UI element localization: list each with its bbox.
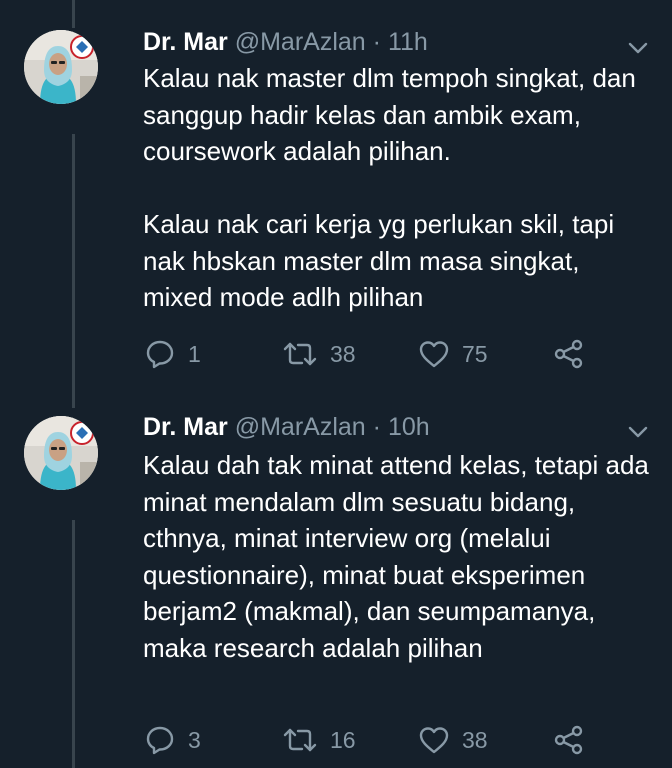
tweet-text: Kalau dah tak minat attend kelas, tetapi…	[143, 450, 649, 663]
separator-dot: ·	[372, 413, 381, 441]
retweet-count: 38	[330, 340, 356, 367]
reply-button[interactable]: 3	[144, 720, 201, 760]
display-name[interactable]: Dr. Mar	[143, 413, 228, 441]
timestamp[interactable]: 11h	[388, 28, 428, 56]
chevron-down-icon	[628, 42, 648, 54]
share-icon	[554, 339, 583, 369]
like-count: 38	[462, 726, 488, 753]
more-options-button[interactable]	[624, 422, 652, 442]
tweet[interactable]: Dr. Mar @MarAzlan · 11h Kalau nak master…	[0, 0, 672, 400]
tweet-header: Dr. Mar @MarAzlan · 10h	[143, 412, 430, 442]
more-options-button[interactable]	[624, 38, 652, 58]
timestamp[interactable]: 10h	[388, 413, 430, 441]
like-button[interactable]: 75	[418, 334, 488, 374]
user-handle[interactable]: @MarAzlan	[235, 28, 366, 56]
tweet[interactable]: Dr. Mar @MarAzlan · 10h Kalau dah tak mi…	[0, 400, 672, 768]
tweet-actions: 1 38 75	[0, 334, 672, 374]
avatar-image	[24, 30, 98, 104]
share-icon	[554, 725, 583, 755]
like-count: 75	[462, 340, 488, 367]
chevron-down-icon	[628, 426, 648, 438]
avatar-image	[24, 416, 98, 490]
avatar[interactable]	[24, 416, 98, 490]
retweet-icon	[283, 342, 317, 366]
share-button[interactable]	[553, 334, 585, 374]
retweet-icon	[283, 728, 317, 752]
separator-dot: ·	[372, 28, 381, 56]
tweet-header: Dr. Mar @MarAzlan · 11h	[143, 27, 428, 57]
reply-icon	[146, 726, 174, 755]
user-handle[interactable]: @MarAzlan	[235, 413, 366, 441]
reply-icon	[146, 340, 174, 369]
reply-count: 1	[188, 340, 201, 367]
retweet-button[interactable]: 38	[282, 334, 356, 374]
heart-icon	[419, 727, 449, 754]
reply-button[interactable]: 1	[144, 334, 201, 374]
tweet-text: Kalau nak master dlm tempoh singkat, dan…	[143, 63, 636, 312]
reply-count: 3	[188, 726, 201, 753]
tweet-actions: 3 16 38	[0, 720, 672, 760]
share-button[interactable]	[553, 720, 585, 760]
retweet-button[interactable]: 16	[282, 720, 356, 760]
display-name[interactable]: Dr. Mar	[143, 28, 228, 56]
heart-icon	[419, 341, 449, 368]
retweet-count: 16	[330, 726, 356, 753]
avatar[interactable]	[24, 30, 98, 104]
like-button[interactable]: 38	[418, 720, 488, 760]
